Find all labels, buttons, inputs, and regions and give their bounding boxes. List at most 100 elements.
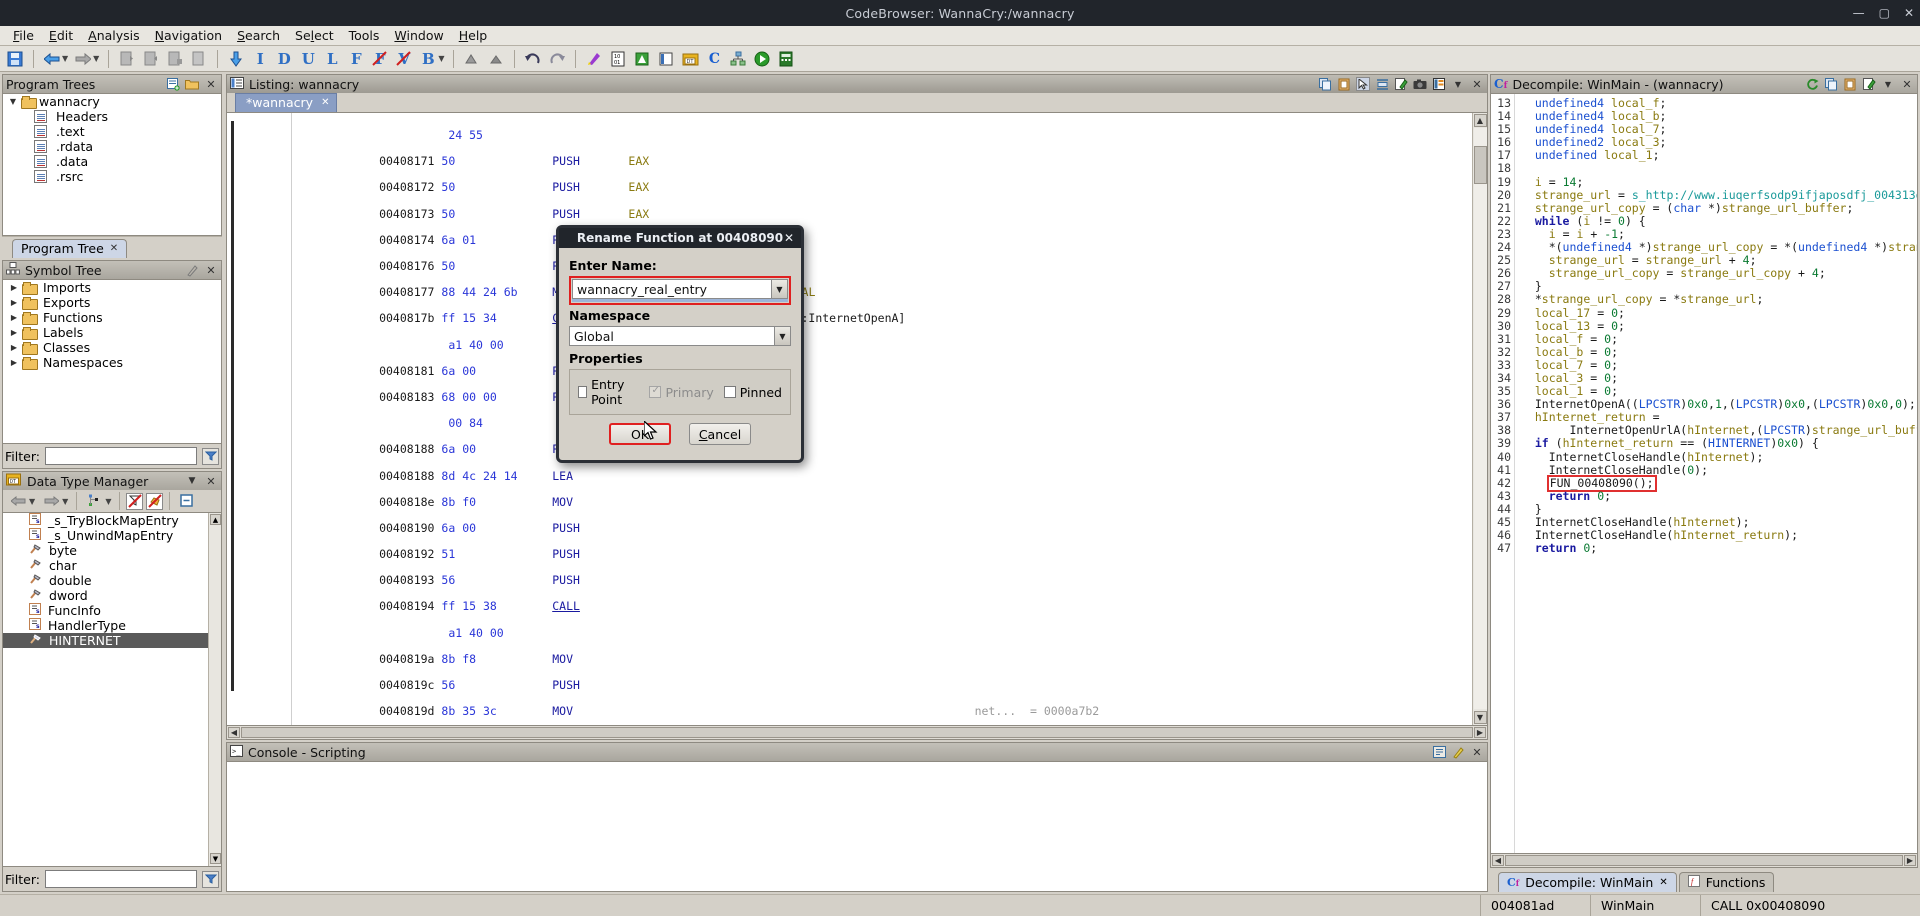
no-pointer-icon[interactable] <box>146 493 163 510</box>
calc-icon[interactable] <box>775 48 797 70</box>
menu-navigation[interactable]: Navigation <box>148 26 229 45</box>
close-icon[interactable]: ✕ <box>110 243 118 254</box>
paste-icon[interactable] <box>1843 77 1857 91</box>
export-icon[interactable] <box>1862 77 1876 91</box>
dialog-close-icon[interactable]: ✕ <box>784 231 794 245</box>
menu-help[interactable]: Help <box>452 26 495 45</box>
run-icon[interactable] <box>751 48 773 70</box>
menu-edit[interactable]: Edit <box>42 26 80 45</box>
paste-icon[interactable] <box>1337 77 1351 91</box>
edit-icon[interactable] <box>1394 77 1408 91</box>
letter-I-icon[interactable]: I <box>249 48 271 70</box>
chevron-right-icon[interactable]: ▶ <box>9 343 19 352</box>
forward-arrow-icon[interactable] <box>72 48 94 70</box>
code-line[interactable]: 00408188 6a 00 PUSH <box>292 443 1472 456</box>
listing-horizontal-scrollbar[interactable]: ◀ ▶ <box>226 726 1488 740</box>
symbol-tree-tree[interactable]: ▶ Imports ▶ Exports ▶ Functions <box>2 279 222 444</box>
bookmark-icon[interactable] <box>655 48 677 70</box>
listing-content[interactable]: 24 55 00408171 50 PUSH EAX 00408172 50 P… <box>226 112 1488 726</box>
code-line[interactable]: 00408192 51 PUSH <box>292 548 1472 561</box>
maximize-button[interactable]: ▢ <box>1879 7 1890 19</box>
tree-item-rsrc[interactable]: .rsrc <box>3 169 221 184</box>
refresh-icon[interactable] <box>1805 77 1819 91</box>
ok-button[interactable]: OK <box>609 423 671 445</box>
down-arrow-icon[interactable] <box>225 48 247 70</box>
chevron-down-icon[interactable]: ▼ <box>1881 77 1895 91</box>
close-panel-icon[interactable]: ✕ <box>204 263 218 277</box>
highlight-icon[interactable] <box>583 48 605 70</box>
undo-icon[interactable] <box>522 48 544 70</box>
import-file-icon[interactable] <box>116 48 138 70</box>
open-folder-icon[interactable] <box>185 77 199 91</box>
bookmark-dropdown-icon[interactable]: ▼ <box>438 54 444 63</box>
checkbox-pinned[interactable]: Pinned <box>724 385 782 400</box>
code-line[interactable]: 00408188 8d 4c 24 14 LEA <box>292 470 1472 483</box>
code-line[interactable]: 00408190 6a 00 PUSH <box>292 522 1472 535</box>
data-type-filter-input[interactable] <box>45 870 197 888</box>
code-line[interactable]: 00408171 50 PUSH EAX <box>292 155 1472 168</box>
code-line[interactable]: 0040819c 56 PUSH <box>292 679 1472 692</box>
chevron-down-icon[interactable]: ▼ <box>771 280 787 298</box>
data-type-item[interactable]: s FuncInfo <box>3 603 221 618</box>
menu-window[interactable]: Window <box>387 26 450 45</box>
tab-wannacry[interactable]: *wannacry ✕ <box>235 93 337 112</box>
cancel-button[interactable]: Cancel <box>689 423 751 445</box>
decompiler-horizontal-scrollbar[interactable]: ◀ ▶ <box>1490 854 1918 868</box>
menu-file[interactable]: File <box>6 26 41 45</box>
copy-icon[interactable] <box>1824 77 1838 91</box>
memory-map-icon[interactable] <box>631 48 653 70</box>
cursor-icon[interactable] <box>1356 77 1370 91</box>
checkbox-box[interactable] <box>578 386 587 398</box>
tree-dropdown-icon[interactable]: ▼ <box>105 497 111 506</box>
forward-dropdown-icon[interactable]: ▼ <box>62 497 68 506</box>
scroll-left-arrow[interactable]: ◀ <box>1492 855 1504 866</box>
letter-L-icon[interactable]: L <box>321 48 343 70</box>
back-arrow-icon[interactable] <box>7 490 29 512</box>
align-icon[interactable] <box>1375 77 1389 91</box>
data-type-scrollbar[interactable]: ▲ ▼ <box>208 513 221 866</box>
back-arrow-icon[interactable] <box>41 48 63 70</box>
forward-dropdown-icon[interactable]: ▼ <box>93 54 99 63</box>
close-panel-icon[interactable]: ✕ <box>1470 77 1484 91</box>
letter-U-icon[interactable]: U <box>297 48 319 70</box>
tree-item-data[interactable]: .data <box>3 154 221 169</box>
no-filter-icon[interactable] <box>126 493 143 510</box>
code-line[interactable]: 0040817b ff 15 34 CALL dword ptr [->WINI… <box>292 312 1472 325</box>
tree-item-headers[interactable]: Headers <box>3 109 221 124</box>
close-button[interactable]: ✕ <box>1904 7 1914 19</box>
function-graph-icon[interactable]: C <box>703 48 725 70</box>
minimize-button[interactable]: — <box>1853 7 1865 19</box>
scroll-down-arrow[interactable]: ▼ <box>210 853 221 864</box>
data-type-list[interactable]: s _s_TryBlockMapEntry s _s_UnwindMapEntr… <box>2 512 222 867</box>
letter-F-strike-icon[interactable]: F <box>369 48 391 70</box>
scroll-up-arrow[interactable]: ▲ <box>1474 114 1487 127</box>
program-trees-tree[interactable]: ▼ wannacry Headers .text .rdata <box>2 93 222 236</box>
chevron-right-icon[interactable]: ▶ <box>9 358 19 367</box>
tab-decompile-winmain[interactable]: Cf Decompile: WinMain ✕ <box>1498 872 1677 892</box>
scroll-thumb-horizontal[interactable] <box>1505 855 1903 866</box>
back-dropdown-icon[interactable]: ▼ <box>62 54 68 63</box>
copy-icon[interactable] <box>1318 77 1332 91</box>
symbol-tree-item-namespaces[interactable]: ▶ Namespaces <box>3 355 221 370</box>
data-type-item[interactable]: s _s_UnwindMapEntry <box>3 528 221 543</box>
menu-tools[interactable]: Tools <box>342 26 387 45</box>
symbol-tree-item-labels[interactable]: ▶ Labels <box>3 325 221 340</box>
code-line[interactable]: 00408172 50 PUSH EAX <box>292 181 1472 194</box>
data-type-icon[interactable]: DT <box>679 48 701 70</box>
add-file-icon[interactable] <box>164 48 186 70</box>
scroll-thumb[interactable] <box>1474 146 1487 184</box>
symbol-tree-item-imports[interactable]: ▶ Imports <box>3 280 221 295</box>
chevron-right-icon[interactable]: ▶ <box>9 313 19 322</box>
close-icon[interactable]: ✕ <box>1659 877 1667 888</box>
chevron-down-icon[interactable]: ▼ <box>1451 77 1465 91</box>
menu-search[interactable]: Search <box>230 26 287 45</box>
close-panel-icon[interactable]: ✕ <box>204 77 218 91</box>
checkbox-box[interactable] <box>724 386 736 398</box>
scroll-thumb-horizontal[interactable] <box>241 727 1473 738</box>
close-icon[interactable]: ✕ <box>321 97 329 108</box>
data-type-item[interactable]: dword <box>3 588 221 603</box>
camera-icon[interactable] <box>1413 77 1427 91</box>
code-line[interactable]: 00408174 6a 01 PUSH 0x1 <box>292 234 1472 247</box>
layout-icon[interactable] <box>1432 77 1446 91</box>
tab-program-tree[interactable]: Program Tree ✕ <box>12 239 127 258</box>
